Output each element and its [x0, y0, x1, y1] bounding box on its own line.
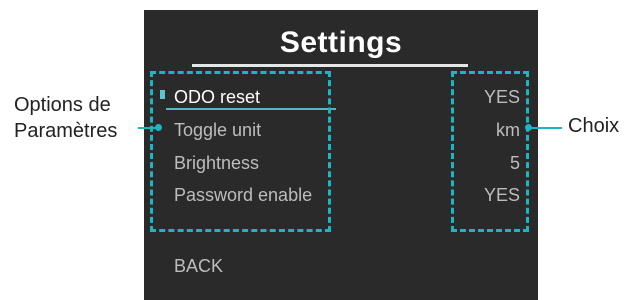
- title-divider: [192, 64, 468, 67]
- back-button[interactable]: BACK: [174, 255, 223, 277]
- choices-leader-line: [528, 127, 562, 129]
- choices-highlight-box: [451, 71, 529, 232]
- options-highlight-box: [150, 71, 331, 232]
- page-title: Settings: [279, 26, 403, 59]
- options-leader-line: [138, 127, 156, 129]
- annotation-options-line1: Options de: [14, 94, 111, 116]
- diagram-page: Settings ODO reset YES Toggle unit km Br…: [0, 0, 632, 300]
- options-leader-dot: [155, 124, 162, 131]
- annotation-options-line2: Paramètres: [14, 120, 118, 142]
- choices-leader-dot: [525, 124, 532, 131]
- annotation-choices: Choix: [568, 115, 620, 137]
